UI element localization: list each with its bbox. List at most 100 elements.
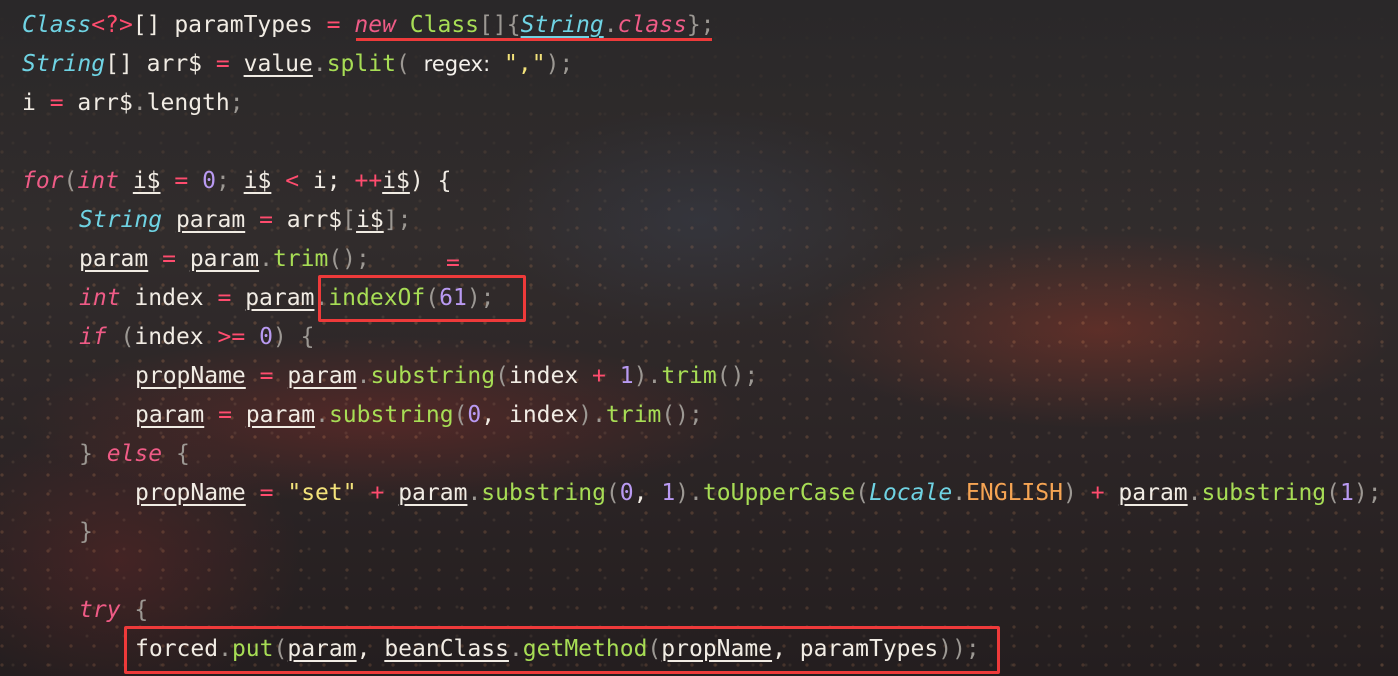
paren-close: ); xyxy=(466,285,495,311)
parameter-hint-regex: regex: xyxy=(423,52,491,76)
semicolon: ; xyxy=(559,51,574,77)
brace-open: { xyxy=(162,441,190,467)
keyword-int: int xyxy=(79,285,121,311)
method-substring: substring xyxy=(481,480,606,506)
method-substring: substring xyxy=(370,363,496,389)
var-i-dollar: i$ xyxy=(243,168,272,194)
keyword-new: new xyxy=(354,12,396,38)
method-trim: trim xyxy=(661,363,717,389)
type-string: String xyxy=(520,12,604,38)
equals-marker: = xyxy=(446,250,460,276)
semicolon: ; xyxy=(215,168,244,194)
brace-open: ) { xyxy=(409,168,452,194)
paren-close-dot: ). xyxy=(675,480,703,506)
var-arr: arr$ xyxy=(272,207,343,233)
code-line-propname-substring: propName = param.substring(index + 1).tr… xyxy=(22,357,1382,396)
code-editor[interactable]: Class<?>[] paramTypes = new Class[]{Stri… xyxy=(22,6,1382,669)
keyword-try: try xyxy=(79,597,121,623)
dot: . xyxy=(259,246,273,272)
keyword-class: class xyxy=(617,12,687,38)
paren-open: ( xyxy=(647,636,662,662)
method-put: put xyxy=(231,636,274,662)
assign-op: = xyxy=(162,246,176,272)
paren-close: ); xyxy=(1353,480,1382,506)
paren-close-dot: ). xyxy=(633,363,662,389)
var-index: index xyxy=(120,285,218,311)
keyword-else: else xyxy=(106,441,163,467)
var-forced: forced xyxy=(135,636,219,662)
assign-op: = xyxy=(217,285,232,311)
dot: . xyxy=(312,51,327,77)
class-constructor: Class xyxy=(409,12,480,38)
array-brackets: [] xyxy=(479,12,507,38)
code-line-3: i = arr$.length; xyxy=(22,84,1382,123)
method-substring: substring xyxy=(328,402,454,428)
var-i-dollar: i$ xyxy=(382,168,410,194)
assign-op: = xyxy=(215,51,230,77)
var-propName: propName xyxy=(135,363,246,389)
dot: . xyxy=(132,90,147,116)
method-getMethod: getMethod xyxy=(522,636,648,662)
var-param: param xyxy=(189,246,260,272)
brace-open: { xyxy=(120,597,149,623)
var-index: index xyxy=(134,324,218,350)
dot: . xyxy=(356,363,371,389)
assign-op: = xyxy=(326,12,341,38)
code-line-param-substring: param = param.substring(0, index).trim()… xyxy=(22,396,1382,435)
dot: . xyxy=(467,480,482,506)
number-literal: 1 xyxy=(661,480,676,506)
plus-op: + xyxy=(370,480,385,506)
assign-op: = xyxy=(259,207,273,233)
brace-open: ) { xyxy=(272,324,315,350)
var-i: i; xyxy=(299,168,355,194)
assign-op: = xyxy=(49,90,64,116)
var-value: value xyxy=(243,51,313,77)
var-param: param xyxy=(245,285,315,311)
dot: . xyxy=(1187,480,1202,506)
code-line-1: Class<?>[] paramTypes = new Class[]{Stri… xyxy=(22,6,1382,45)
var-i: i xyxy=(22,90,50,116)
dot: . xyxy=(315,402,329,428)
constant-english: ENGLISH xyxy=(966,480,1063,506)
dot: . xyxy=(218,636,232,662)
code-line-trim: param = param.trim(); xyxy=(22,240,1382,279)
comma: , xyxy=(356,636,385,662)
dot: . xyxy=(952,480,967,506)
assign-op: = xyxy=(259,363,274,389)
paren-close-dot: ). xyxy=(578,402,606,428)
method-substring: substring xyxy=(1201,480,1327,506)
plus-op: + xyxy=(592,363,606,389)
keyword-for: for xyxy=(22,168,64,194)
var-param: param xyxy=(135,402,205,428)
var-param: param xyxy=(245,402,316,428)
var-index: , index xyxy=(481,402,579,428)
code-line-2: String[] arr$ = value.split( regex: ",")… xyxy=(22,45,1382,84)
paren-open: ( xyxy=(395,51,410,77)
code-line-if: if (index >= 0) { xyxy=(22,318,1382,357)
code-line-close-if: } xyxy=(22,513,1382,552)
assign-op: = xyxy=(218,402,232,428)
type-string: String xyxy=(79,207,163,233)
keyword-int: int xyxy=(77,168,119,194)
brace-close: } xyxy=(79,441,107,467)
gte-op: >= xyxy=(217,324,246,350)
paren-open: ( xyxy=(855,480,870,506)
assign-op: = xyxy=(174,168,189,194)
string-literal: "set" xyxy=(287,480,357,506)
number-literal: 0 xyxy=(259,324,273,350)
code-line-try: try { xyxy=(22,591,1382,630)
var-i-dollar: i$ xyxy=(132,168,161,194)
number-literal: 0 xyxy=(619,480,634,506)
assign-op: = xyxy=(259,480,274,506)
